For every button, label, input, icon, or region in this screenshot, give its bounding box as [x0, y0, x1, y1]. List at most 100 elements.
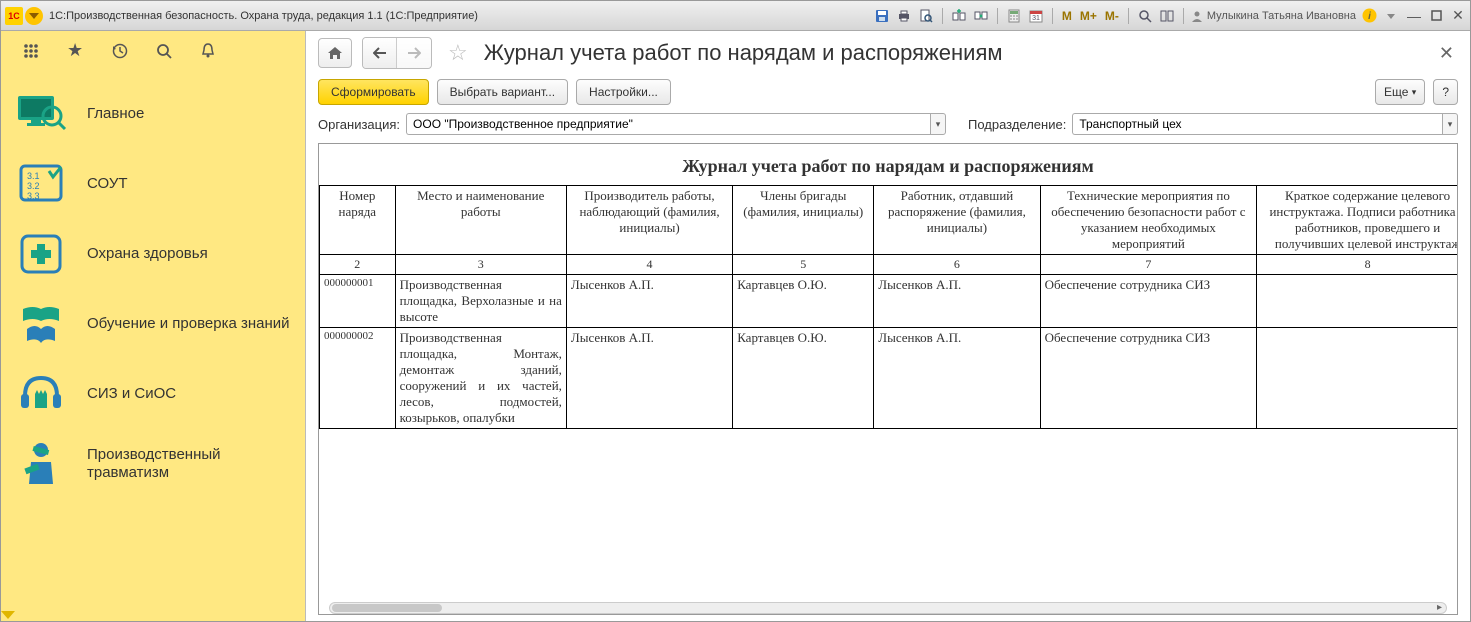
- calendar-icon[interactable]: 31: [1027, 7, 1045, 25]
- info-icon[interactable]: i: [1360, 7, 1378, 25]
- cell: [1257, 328, 1458, 429]
- report-viewport[interactable]: Журнал учета работ по нарядам и распоряж…: [318, 143, 1458, 615]
- print-icon[interactable]: [895, 7, 913, 25]
- col-number: 6: [874, 255, 1040, 275]
- save-icon[interactable]: [873, 7, 891, 25]
- choose-variant-button[interactable]: Выбрать вариант...: [437, 79, 568, 105]
- nav-item-siz[interactable]: СИЗ и СиОС: [1, 359, 305, 429]
- help-button[interactable]: ?: [1433, 79, 1458, 105]
- col-number: 5: [733, 255, 874, 275]
- memory-mplus-button[interactable]: M+: [1078, 7, 1099, 25]
- nav-back-button[interactable]: [363, 38, 397, 68]
- nav-label: Главное: [87, 105, 144, 123]
- cell: Картавцев О.Ю.: [733, 328, 874, 429]
- col-number: 8: [1257, 255, 1458, 275]
- col-number: 3: [395, 255, 566, 275]
- nav-item-injury[interactable]: Производственный травматизм: [1, 429, 305, 499]
- nav-item-health[interactable]: Охрана здоровья: [1, 219, 305, 289]
- sections-menu-icon[interactable]: [23, 43, 39, 59]
- training-book-icon: [15, 300, 67, 348]
- window-title: 1С:Производственная безопасность. Охрана…: [49, 10, 873, 22]
- nav-history-group: [362, 37, 432, 69]
- info-dropdown-icon[interactable]: [1382, 7, 1400, 25]
- sout-checklist-icon: 3.13.23.3: [15, 160, 67, 208]
- col-header: Краткое содержание целевого инструктажа.…: [1257, 186, 1458, 255]
- favorite-toggle-icon[interactable]: ☆: [448, 40, 468, 66]
- more-button[interactable]: Еще ▾: [1375, 79, 1425, 105]
- col-header: Место и наименование работы: [395, 186, 566, 255]
- minimize-button[interactable]: —: [1406, 8, 1422, 24]
- cell: [1257, 275, 1458, 328]
- svg-text:3.1: 3.1: [27, 171, 40, 181]
- user-name: Мулыкина Татьяна Ивановна: [1207, 10, 1356, 22]
- cell: 000000001: [320, 275, 396, 328]
- close-tab-button[interactable]: ✕: [1435, 39, 1458, 68]
- dept-label: Подразделение:: [968, 117, 1066, 132]
- svg-text:31: 31: [1032, 15, 1040, 22]
- col-number: 4: [566, 255, 732, 275]
- favorites-icon[interactable]: ★: [67, 40, 83, 61]
- monitor-search-icon: [15, 90, 67, 138]
- calculator-icon[interactable]: [1005, 7, 1023, 25]
- maximize-button[interactable]: [1428, 8, 1444, 24]
- preview-icon[interactable]: [917, 7, 935, 25]
- cell: Обеспечение сотрудника СИЗ: [1040, 275, 1257, 328]
- nav-label: Охрана здоровья: [87, 245, 208, 263]
- app-logo: 1C: [5, 7, 23, 25]
- report-title: Журнал учета работ по нарядам и распоряж…: [319, 144, 1457, 185]
- notifications-icon[interactable]: [200, 42, 216, 59]
- col-header: Работник, отдавший распоряжение (фамилия…: [874, 186, 1040, 255]
- link-icon[interactable]: [972, 7, 990, 25]
- nav-label: Обучение и проверка знаний: [87, 315, 290, 333]
- cell: Лысенков А.П.: [566, 275, 732, 328]
- memory-mminus-button[interactable]: M-: [1103, 7, 1121, 25]
- nav-item-main[interactable]: Главное: [1, 79, 305, 149]
- sidebar: ★ Главное: [1, 31, 306, 621]
- cell: Лысенков А.П.: [874, 275, 1040, 328]
- col-header: Технические мероприятия по обеспечению б…: [1040, 186, 1257, 255]
- svg-text:3.3: 3.3: [27, 191, 40, 201]
- cell: Обеспечение сотрудника СИЗ: [1040, 328, 1257, 429]
- col-number: 2: [320, 255, 396, 275]
- col-header: Производитель работы, наблюдающий (фамил…: [566, 186, 732, 255]
- settings-button[interactable]: Настройки...: [576, 79, 671, 105]
- cell: Картавцев О.Ю.: [733, 275, 874, 328]
- nav-label: СИЗ и СиОС: [87, 385, 176, 403]
- org-input[interactable]: [406, 113, 930, 135]
- col-header: Номер наряда: [320, 186, 396, 255]
- zoom-icon[interactable]: [1136, 7, 1154, 25]
- cell: Производственная площадка, Монтаж, демон…: [395, 328, 566, 429]
- sidebar-collapse-icon[interactable]: [1, 609, 305, 621]
- history-icon[interactable]: [111, 42, 128, 59]
- main-area: ☆ Журнал учета работ по нарядам и распор…: [306, 31, 1470, 621]
- dept-dropdown-icon[interactable]: ▾: [1442, 113, 1458, 135]
- nav-item-sout[interactable]: 3.13.23.3 СОУТ: [1, 149, 305, 219]
- horizontal-scrollbar[interactable]: ▸: [329, 602, 1447, 614]
- health-cross-icon: [15, 230, 67, 278]
- dept-input[interactable]: [1072, 113, 1442, 135]
- svg-text:i: i: [1368, 11, 1371, 22]
- col-number: 7: [1040, 255, 1257, 275]
- compare-icon[interactable]: [950, 7, 968, 25]
- nav-forward-button: [397, 38, 431, 68]
- cell: Лысенков А.П.: [874, 328, 1040, 429]
- nav-item-training[interactable]: Обучение и проверка знаний: [1, 289, 305, 359]
- table-row: 000000001 Производственная площадка, Вер…: [320, 275, 1459, 328]
- cell: Производственная площадка, Верхолазные и…: [395, 275, 566, 328]
- home-button[interactable]: [318, 38, 352, 68]
- memory-m-button[interactable]: M: [1060, 7, 1074, 25]
- main-menu-dropdown[interactable]: [25, 7, 43, 25]
- nav-label: СОУТ: [87, 175, 128, 193]
- search-icon[interactable]: [156, 43, 172, 59]
- panels-icon[interactable]: [1158, 7, 1176, 25]
- close-window-button[interactable]: ✕: [1450, 8, 1466, 24]
- nav-list: Главное 3.13.23.3 СОУТ Охрана здоровья: [1, 71, 305, 609]
- report-table: Номер наряда Место и наименование работы…: [319, 185, 1458, 429]
- svg-text:3.2: 3.2: [27, 181, 40, 191]
- generate-button[interactable]: Сформировать: [318, 79, 429, 105]
- nav-label: Производственный травматизм: [87, 446, 291, 482]
- org-dropdown-icon[interactable]: ▾: [930, 113, 946, 135]
- user-menu[interactable]: Мулыкина Татьяна Ивановна: [1191, 10, 1356, 22]
- cell: Лысенков А.П.: [566, 328, 732, 429]
- org-label: Организация:: [318, 117, 400, 132]
